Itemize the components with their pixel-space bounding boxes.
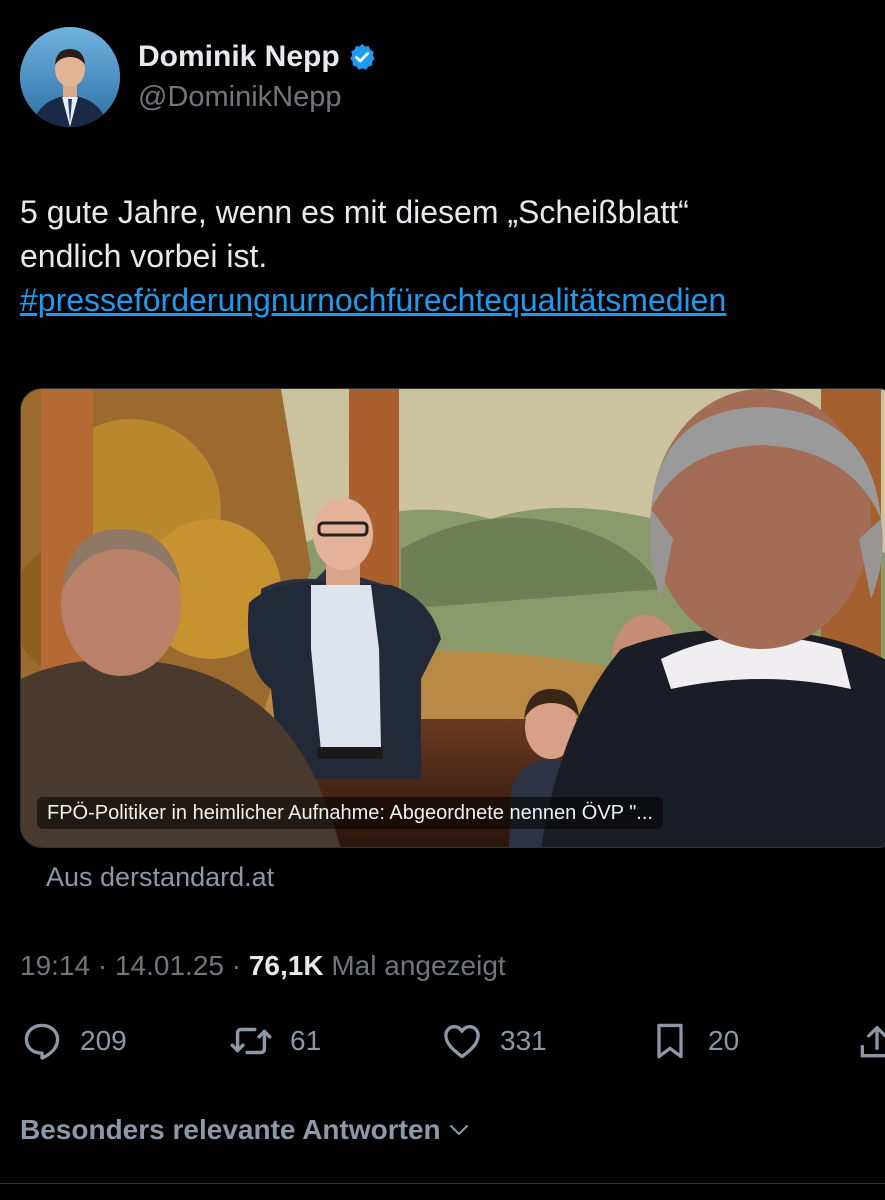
bookmark-icon bbox=[657, 1023, 683, 1059]
meta-separator: · bbox=[90, 950, 115, 981]
name-row: Dominik Nepp bbox=[138, 38, 377, 76]
share-icon bbox=[860, 1025, 885, 1058]
like-count: 331 bbox=[500, 1025, 547, 1056]
verified-badge-icon bbox=[347, 42, 377, 72]
avatar-photo bbox=[20, 27, 120, 127]
tweet-header: Dominik Nepp @DominikNepp bbox=[20, 26, 377, 128]
like-button[interactable]: 331 bbox=[440, 1018, 547, 1064]
meta-separator: · bbox=[223, 950, 249, 981]
repost-icon bbox=[230, 1027, 272, 1055]
tweet-text-line-1: 5 gute Jahre, wenn es mit diesem „Scheiß… bbox=[20, 194, 689, 230]
divider bbox=[0, 1183, 885, 1184]
reply-icon bbox=[24, 1023, 60, 1060]
card-source-link[interactable]: Aus derstandard.at bbox=[46, 860, 274, 894]
reply-button[interactable]: 209 bbox=[20, 1018, 127, 1064]
replies-sort-dropdown[interactable]: Besonders relevante Antworten bbox=[20, 1112, 471, 1148]
share-button[interactable] bbox=[858, 1018, 885, 1064]
card-image bbox=[21, 389, 885, 847]
chevron-down-icon bbox=[449, 1125, 468, 1135]
avatar[interactable] bbox=[20, 27, 120, 127]
repost-button[interactable]: 61 bbox=[228, 1018, 321, 1064]
author-display-name[interactable]: Dominik Nepp bbox=[138, 38, 340, 76]
view-count-label: Mal angezeigt bbox=[323, 950, 506, 981]
hashtag-link[interactable]: #presseförderungnurnochfürechtequalitäts… bbox=[20, 278, 885, 322]
view-count: 76,1K bbox=[248, 950, 324, 981]
tweet-text-line-2: endlich vorbei ist. bbox=[20, 238, 268, 274]
bookmark-count: 20 bbox=[708, 1025, 740, 1056]
tweet-time[interactable]: 19:14 bbox=[20, 950, 90, 981]
card-title: FPÖ-Politiker in heimlicher Aufnahme: Ab… bbox=[37, 797, 663, 829]
bookmark-button[interactable]: 20 bbox=[648, 1018, 739, 1064]
action-bar: 209 61 331 20 bbox=[0, 1018, 885, 1064]
heart-icon bbox=[444, 1025, 480, 1059]
link-card[interactable]: FPÖ-Politiker in heimlicher Aufnahme: Ab… bbox=[20, 388, 885, 848]
tweet-text: 5 gute Jahre, wenn es mit diesem „Scheiß… bbox=[20, 190, 885, 322]
repost-count: 61 bbox=[290, 1025, 322, 1056]
author-info: Dominik Nepp @DominikNepp bbox=[138, 38, 377, 116]
sort-label: Besonders relevante Antworten bbox=[20, 1114, 441, 1145]
reply-count: 209 bbox=[80, 1025, 127, 1056]
tweet-date[interactable]: 14.01.25 bbox=[115, 950, 224, 981]
tweet-meta: 19:14 · 14.01.25 · 76,1K Mal angezeigt bbox=[20, 948, 506, 984]
author-handle[interactable]: @DominikNepp bbox=[138, 78, 377, 116]
